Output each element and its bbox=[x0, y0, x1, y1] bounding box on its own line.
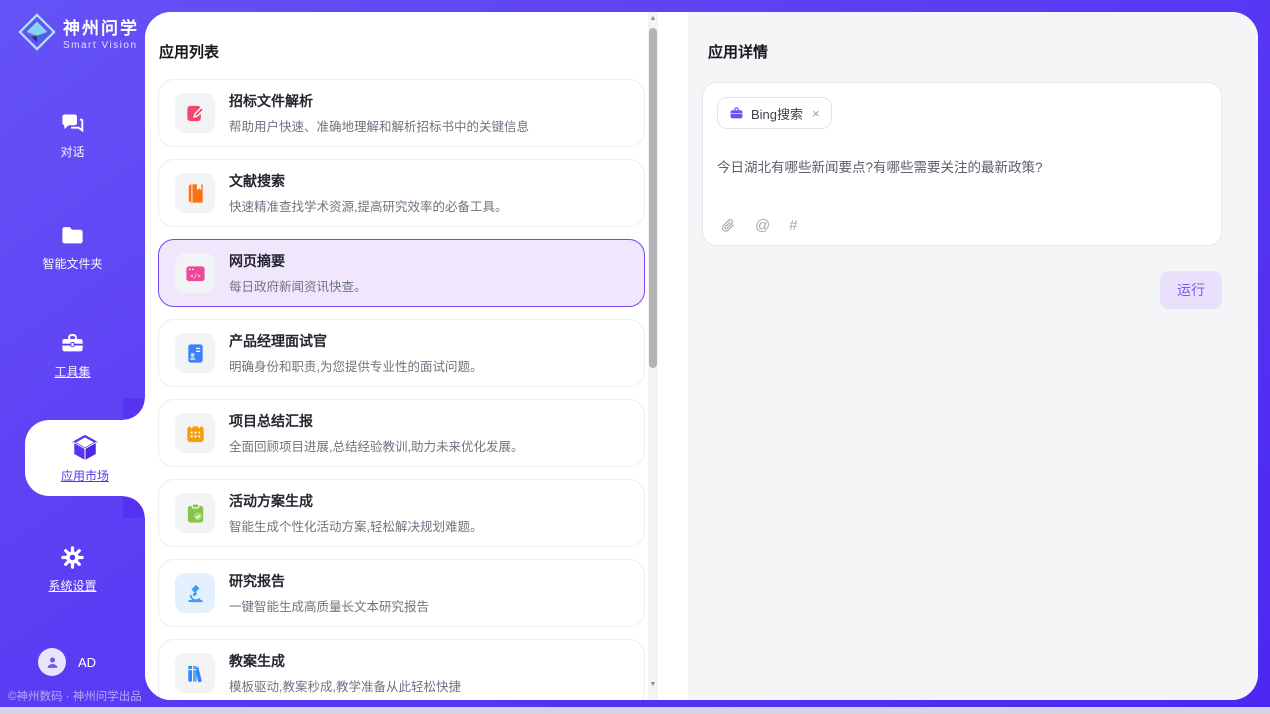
app-desc: 智能生成个性化活动方案,轻松解决规划难题。 bbox=[229, 516, 482, 535]
sidebar-item-label: 应用市场 bbox=[61, 467, 109, 484]
sidebar-item-label: 智能文件夹 bbox=[42, 255, 102, 272]
prompt-toolbar: @ # bbox=[719, 217, 798, 234]
app-list-panel: 应用列表 招标文件解析 帮助用户快速、准确地理解和解析招标书中的关键信息 bbox=[145, 12, 688, 700]
app-desc: 模板驱动,教案秒成,教学准备从此轻松快捷 bbox=[229, 676, 461, 695]
list-item-project-summary[interactable]: 项目总结汇报 全面回顾项目进展,总结经验教训,助力未来优化发展。 bbox=[158, 399, 645, 467]
prompt-text[interactable]: 今日湖北有哪些新闻要点?有哪些需要关注的最新政策? bbox=[717, 156, 1207, 176]
app-detail-title: 应用详情 bbox=[708, 41, 768, 62]
copyright-footer: ©神州数码 · 神州问学出品 bbox=[8, 688, 142, 704]
cube-icon bbox=[70, 433, 100, 463]
person-icon bbox=[44, 654, 61, 671]
app-desc: 快速精准查找学术资源,提高研究效率的必备工具。 bbox=[229, 196, 507, 215]
run-button[interactable]: 运行 bbox=[1160, 271, 1222, 309]
svg-text:</>: </> bbox=[190, 273, 201, 279]
logo-diamond-icon bbox=[18, 13, 56, 51]
app-name: 文献搜索 bbox=[229, 171, 507, 191]
app-name: 研究报告 bbox=[229, 571, 429, 591]
sidebar-item-app-market-active[interactable]: 应用市场 bbox=[25, 420, 145, 496]
edit-doc-icon bbox=[175, 93, 215, 133]
app-name: 招标文件解析 bbox=[229, 91, 529, 111]
books-icon bbox=[175, 653, 215, 693]
app-name: 产品经理面试官 bbox=[229, 331, 482, 351]
mention-icon[interactable]: @ bbox=[755, 217, 770, 234]
tool-chip-bing-search[interactable]: Bing搜索 × bbox=[717, 97, 832, 129]
list-item-web-summary-selected[interactable]: </> 网页摘要 每日政府新闻资讯快查。 bbox=[158, 239, 645, 307]
sidebar-item-smart-folder[interactable]: 智能文件夹 bbox=[0, 222, 145, 272]
sidebar-item-chat[interactable]: 对话 bbox=[0, 110, 145, 160]
scroll-down-button[interactable]: ▼ bbox=[648, 678, 658, 692]
prompt-input-card[interactable]: Bing搜索 × 今日湖北有哪些新闻要点?有哪些需要关注的最新政策? @ # bbox=[702, 82, 1222, 246]
list-item-research-report[interactable]: 研究报告 一键智能生成高质量长文本研究报告 bbox=[158, 559, 645, 627]
sidebar-item-label: 系统设置 bbox=[48, 577, 96, 594]
book-icon bbox=[175, 173, 215, 213]
clipboard-check-icon bbox=[175, 493, 215, 533]
sidebar-item-label: 对话 bbox=[60, 143, 84, 160]
app-name: 网页摘要 bbox=[229, 251, 367, 271]
list-item-event-plan[interactable]: 活动方案生成 智能生成个性化活动方案,轻松解决规划难题。 bbox=[158, 479, 645, 547]
sidebar: 神州问学 Smart Vision 对话 智能文件夹 工具集 bbox=[0, 0, 145, 714]
gear-icon bbox=[59, 544, 86, 571]
app-name: 项目总结汇报 bbox=[229, 411, 523, 431]
toolbox-icon bbox=[59, 330, 86, 357]
avatar bbox=[38, 648, 66, 676]
logo-subtitle: Smart Vision bbox=[63, 40, 139, 51]
folder-icon bbox=[59, 222, 86, 249]
scrollbar-thumb[interactable] bbox=[649, 28, 657, 368]
calendar-icon bbox=[175, 413, 215, 453]
app-desc: 帮助用户快速、准确地理解和解析招标书中的关键信息 bbox=[229, 116, 529, 135]
app-logo: 神州问学 Smart Vision bbox=[18, 13, 139, 51]
list-item-bid-parse[interactable]: 招标文件解析 帮助用户快速、准确地理解和解析招标书中的关键信息 bbox=[158, 79, 645, 147]
briefcase-icon bbox=[729, 106, 744, 121]
user-name: AD bbox=[78, 655, 96, 670]
browser-icon: </> bbox=[175, 253, 215, 293]
app-name: 教案生成 bbox=[229, 651, 461, 671]
list-item-pm-interviewer[interactable]: 产品经理面试官 明确身份和职责,为您提供专业性的面试问题。 bbox=[158, 319, 645, 387]
attachment-icon[interactable] bbox=[719, 217, 736, 234]
microscope-icon bbox=[175, 573, 215, 613]
sidebar-item-label: 工具集 bbox=[54, 363, 90, 380]
app-list: 招标文件解析 帮助用户快速、准确地理解和解析招标书中的关键信息 文献搜索 快速精… bbox=[158, 79, 645, 700]
bottom-strip bbox=[0, 707, 1270, 714]
main-content: 应用列表 招标文件解析 帮助用户快速、准确地理解和解析招标书中的关键信息 bbox=[145, 12, 1258, 700]
resume-icon bbox=[175, 333, 215, 373]
tool-chip-label: Bing搜索 bbox=[751, 104, 803, 123]
chip-close-icon[interactable]: × bbox=[812, 106, 820, 121]
user-account[interactable]: AD bbox=[38, 648, 96, 676]
app-desc: 一键智能生成高质量长文本研究报告 bbox=[229, 596, 429, 615]
logo-title: 神州问学 bbox=[63, 14, 139, 39]
scrollbar-track[interactable]: ▲ ▼ bbox=[648, 12, 658, 700]
app-desc: 每日政府新闻资讯快查。 bbox=[229, 276, 367, 295]
run-button-row: 运行 bbox=[1160, 271, 1222, 309]
app-desc: 明确身份和职责,为您提供专业性的面试问题。 bbox=[229, 356, 482, 375]
app-list-title: 应用列表 bbox=[159, 41, 219, 62]
sidebar-item-settings[interactable]: 系统设置 bbox=[0, 544, 145, 594]
hashtag-icon[interactable]: # bbox=[789, 217, 797, 234]
app-desc: 全面回顾项目进展,总结经验教训,助力未来优化发展。 bbox=[229, 436, 523, 455]
list-item-lesson-plan[interactable]: 教案生成 模板驱动,教案秒成,教学准备从此轻松快捷 bbox=[158, 639, 645, 700]
chat-icon bbox=[59, 110, 86, 137]
list-item-literature-search[interactable]: 文献搜索 快速精准查找学术资源,提高研究效率的必备工具。 bbox=[158, 159, 645, 227]
sidebar-item-toolset[interactable]: 工具集 bbox=[0, 330, 145, 380]
app-name: 活动方案生成 bbox=[229, 491, 482, 511]
app-detail-panel: 应用详情 Bing搜索 × 今日湖北有哪些新闻要点?有哪些需要关注的最新政策? … bbox=[688, 12, 1258, 700]
scroll-up-button[interactable]: ▲ bbox=[648, 12, 658, 26]
